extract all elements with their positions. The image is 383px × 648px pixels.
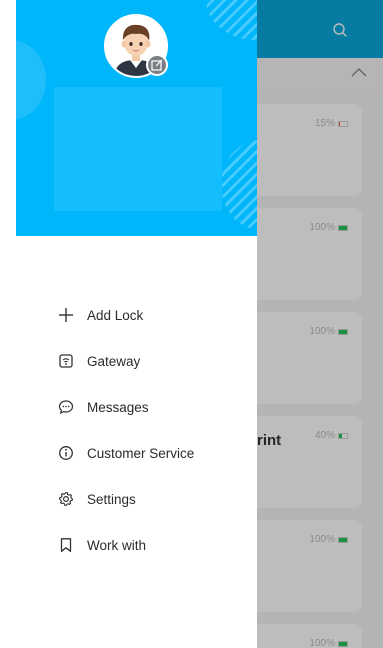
menu-label: Gateway	[87, 353, 141, 369]
menu-item-work-with[interactable]: Work with	[58, 522, 248, 568]
menu-item-messages[interactable]: Messages	[58, 384, 248, 430]
menu-label: Settings	[87, 491, 136, 507]
gear-icon	[58, 491, 74, 507]
gateway-icon	[58, 353, 74, 369]
plus-icon	[58, 307, 74, 323]
menu-item-settings[interactable]: Settings	[58, 476, 248, 522]
bookmark-icon	[58, 537, 74, 553]
menu-item-customer-service[interactable]: Customer Service	[58, 430, 248, 476]
menu-label: Work with	[87, 537, 147, 553]
message-icon	[58, 399, 74, 415]
menu-label: Messages	[87, 399, 149, 415]
drawer-menu: Add Lock Gateway Messages Customer Servi…	[58, 292, 248, 568]
decoration	[206, 0, 257, 40]
side-drawer: Add Lock Gateway Messages Customer Servi…	[0, 0, 257, 648]
profile-info-area	[54, 87, 222, 211]
edit-icon[interactable]	[146, 54, 168, 76]
menu-item-add-lock[interactable]: Add Lock	[58, 292, 248, 338]
info-icon	[58, 445, 74, 461]
menu-label: Add Lock	[87, 307, 144, 323]
menu-item-gateway[interactable]: Gateway	[58, 338, 248, 384]
menu-label: Customer Service	[87, 445, 195, 461]
decoration	[16, 40, 46, 120]
decoration	[221, 140, 257, 230]
